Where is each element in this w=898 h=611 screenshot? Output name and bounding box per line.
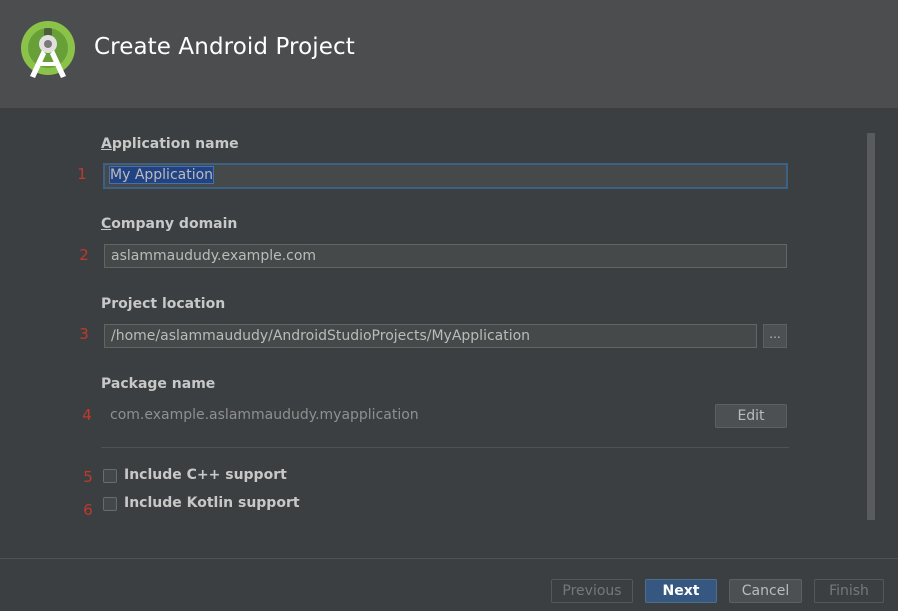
package-name-label: Package name [101, 376, 216, 392]
app-name-label: Application name [101, 136, 239, 152]
annotation-marker-4: 4 [82, 406, 92, 424]
annotation-marker-6: 6 [83, 501, 93, 519]
cancel-button[interactable]: Cancel [729, 579, 802, 603]
android-studio-logo-icon [21, 21, 75, 78]
divider [101, 447, 789, 448]
dialog-title: Create Android Project [94, 34, 355, 60]
annotation-marker-5: 5 [83, 468, 93, 486]
company-domain-label: Company domain [101, 216, 238, 232]
kotlin-support-label[interactable]: Include Kotlin support [124, 495, 300, 511]
annotation-marker-2: 2 [79, 246, 89, 264]
next-button[interactable]: Next [645, 579, 717, 603]
annotation-marker-3: 3 [79, 325, 89, 343]
browse-location-button[interactable]: ... [763, 324, 787, 348]
app-name-input[interactable]: My Application [103, 163, 788, 189]
project-location-input[interactable]: /home/aslammaududy/AndroidStudioProjects… [104, 324, 757, 348]
project-location-label: Project location [101, 296, 226, 312]
dialog-header: Create Android Project [0, 0, 898, 108]
vertical-scrollbar[interactable] [867, 133, 875, 520]
annotation-marker-1: 1 [77, 165, 87, 183]
footer-divider [0, 558, 898, 559]
previous-button[interactable]: Previous [551, 579, 633, 603]
kotlin-support-checkbox[interactable] [103, 497, 117, 511]
cpp-support-checkbox[interactable] [103, 469, 117, 483]
edit-package-button[interactable]: Edit [715, 404, 787, 428]
company-domain-input[interactable]: aslammaududy.example.com [104, 244, 787, 268]
app-name-value: My Application [108, 166, 215, 184]
finish-button[interactable]: Finish [814, 579, 884, 603]
package-name-value: com.example.aslammaududy.myapplication [110, 407, 419, 423]
cpp-support-label[interactable]: Include C++ support [124, 467, 287, 483]
